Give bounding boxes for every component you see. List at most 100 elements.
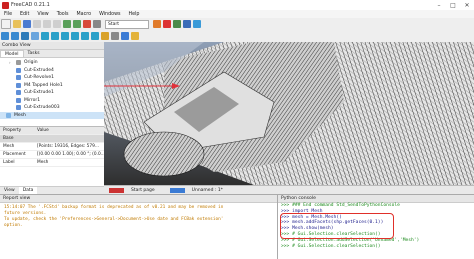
menu-macro[interactable]: Macro <box>77 12 92 17</box>
report-view: Report view 15:14:07 The '.FCStd' backup… <box>0 194 278 259</box>
window-controls: – □ ✕ <box>432 2 474 9</box>
fit-all-icon[interactable] <box>1 32 9 40</box>
minimize-icon[interactable]: – <box>432 2 446 9</box>
help-icon[interactable] <box>193 20 201 28</box>
tree-item-label: Cut-Revolve1 <box>24 75 55 81</box>
3d-viewport[interactable] <box>104 42 474 185</box>
select-arrow-icon[interactable] <box>93 20 101 28</box>
menu-edit[interactable]: Edit <box>20 12 29 17</box>
property-column-header: Property <box>3 128 22 133</box>
top-view-icon[interactable] <box>51 32 59 40</box>
bottom-view-icon[interactable] <box>81 32 89 40</box>
refresh-icon[interactable] <box>83 20 91 28</box>
macro-run-icon[interactable] <box>173 20 181 28</box>
link-icon[interactable] <box>111 32 119 40</box>
rear-view-icon[interactable] <box>71 32 79 40</box>
tab-start-page[interactable]: Start page <box>104 188 165 193</box>
mirror-icon <box>16 97 21 103</box>
tab-label: Unnamed : 1* <box>191 188 223 193</box>
right-view-icon[interactable] <box>61 32 69 40</box>
tab-model[interactable]: Model <box>0 50 24 57</box>
property-row-label[interactable]: Label Mesh <box>0 159 104 167</box>
origin-icon <box>16 60 21 66</box>
menu-file[interactable]: File <box>4 12 12 17</box>
property-name: Mesh <box>3 144 15 149</box>
property-group-label: Base <box>3 136 14 141</box>
close-icon[interactable]: ✕ <box>460 2 474 9</box>
tree-item-label: Cut-Extrude003 <box>24 105 60 111</box>
expand-arrow-icon[interactable]: › <box>9 60 11 65</box>
tree-item-label: Mirror1 <box>24 97 41 103</box>
property-row-placement[interactable]: Placement [(0.00 0.00 1.00); 0.00 °; (0.… <box>0 151 104 159</box>
menu-bar: File Edit View Tools Macro Windows Help <box>0 10 474 18</box>
property-group-base[interactable]: Base <box>0 135 104 143</box>
menu-view[interactable]: View <box>37 12 48 17</box>
tree-item-label: Cut-Extrude1 <box>24 90 54 96</box>
property-editor: Property Value Base Mesh [Points: 19316,… <box>0 126 104 187</box>
maximize-icon[interactable]: □ <box>446 2 460 9</box>
fit-selection-icon[interactable] <box>11 32 19 40</box>
tree-item-mirror1[interactable]: Mirror1 <box>0 97 104 105</box>
console-line: >>> # Gui.Selection.clearSelection() <box>281 243 381 249</box>
mesh-icon <box>6 112 11 118</box>
cut-icon <box>16 90 21 96</box>
cut-icon <box>16 67 21 73</box>
property-name: Placement <box>3 152 26 157</box>
combo-tabs: Model Tasks <box>0 50 104 58</box>
save-icon[interactable] <box>23 20 31 28</box>
property-header: Property Value <box>0 127 104 135</box>
open-file-icon[interactable] <box>13 20 21 28</box>
combo-view-title: Combo View <box>0 42 104 50</box>
undo-icon[interactable] <box>63 20 71 28</box>
tree-item-mesh[interactable]: Mesh <box>0 111 104 119</box>
tree-item-label: M4 Tapped Hole1 <box>24 82 63 88</box>
log-line: option. <box>4 223 23 228</box>
macro-stop-icon[interactable] <box>163 20 171 28</box>
window-title: FreeCAD 0.21.1 <box>11 2 50 8</box>
menu-windows[interactable]: Windows <box>99 12 120 17</box>
tree-item-cut-revolve1[interactable]: Cut-Revolve1 <box>0 74 104 82</box>
tree-item-m4-tapped-hole1[interactable]: M4 Tapped Hole1 <box>0 82 104 90</box>
tab-tasks[interactable]: Tasks <box>24 50 44 57</box>
model-tree: › Origin Cut-Extrude4 Cut-Revolve1 M4 Ta… <box>0 58 104 119</box>
tree-item-cut-extrude003[interactable]: Cut-Extrude003 <box>0 104 104 112</box>
property-value[interactable]: [(0.00 0.00 1.00); 0.00 °; (0.0... <box>37 151 104 158</box>
group-icon[interactable] <box>131 32 139 40</box>
copy-icon[interactable] <box>43 20 51 28</box>
value-column-header: Value <box>37 128 49 133</box>
macro-editor-icon[interactable] <box>183 20 191 28</box>
draw-style-icon[interactable] <box>21 32 29 40</box>
report-view-log[interactable]: 15:14:07 The '.FCStd' backup format is d… <box>0 203 277 231</box>
cut-icon[interactable] <box>33 20 41 28</box>
property-row-mesh[interactable]: Mesh [Points: 19316, Edges: 579... <box>0 143 104 151</box>
redo-icon[interactable] <box>73 20 81 28</box>
document-icon <box>169 188 185 193</box>
code-highlight-box <box>280 213 394 239</box>
isometric-view-icon[interactable] <box>31 32 39 40</box>
freecad-logo-icon <box>2 1 9 9</box>
tree-item-cut-extrude1[interactable]: Cut-Extrude1 <box>0 89 104 97</box>
part-icon[interactable] <box>121 32 129 40</box>
new-file-icon[interactable] <box>1 19 11 29</box>
menu-tools[interactable]: Tools <box>57 12 69 17</box>
tree-item-label: Cut-Extrude4 <box>24 67 54 73</box>
workbench-selector[interactable]: Start <box>105 19 149 29</box>
tree-item-label: Mesh <box>14 112 26 118</box>
python-console-title: Python console <box>278 195 474 203</box>
property-value[interactable]: [Points: 19316, Edges: 579... <box>37 143 104 150</box>
tree-item-cut-extrude4[interactable]: Cut-Extrude4 <box>0 67 104 75</box>
menu-help[interactable]: Help <box>129 12 140 17</box>
tree-item-origin[interactable]: › Origin <box>0 59 104 67</box>
measure-icon[interactable] <box>101 32 109 40</box>
macro-record-icon[interactable] <box>153 20 161 28</box>
front-view-icon[interactable] <box>41 32 49 40</box>
property-value[interactable]: Mesh <box>37 159 104 166</box>
cut-icon <box>16 75 21 81</box>
start-page-icon <box>109 188 124 193</box>
property-name: Label <box>3 160 15 165</box>
paste-icon[interactable] <box>53 20 61 28</box>
hole-icon <box>16 82 21 88</box>
tab-label: Start page <box>131 188 155 193</box>
tab-unnamed-document[interactable]: Unnamed : 1* <box>165 188 233 193</box>
left-view-icon[interactable] <box>91 32 99 40</box>
